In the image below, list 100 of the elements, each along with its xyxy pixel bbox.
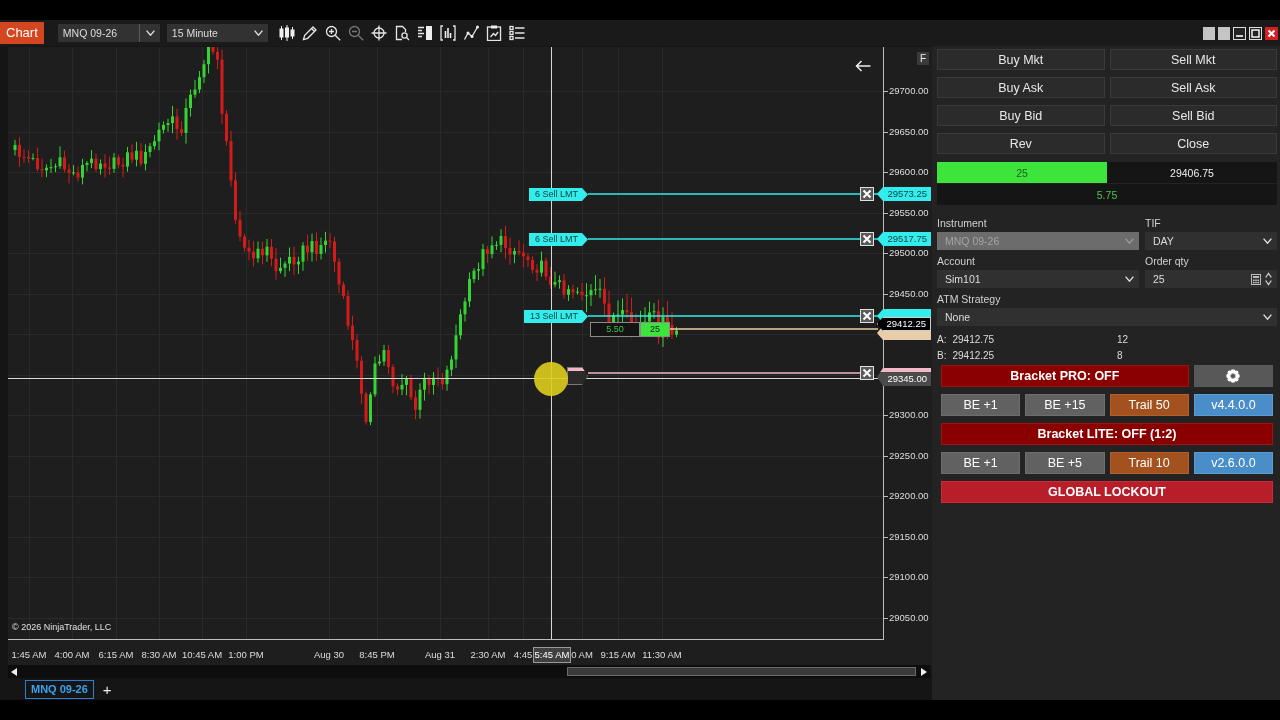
breakeven-button[interactable]: BE +1 bbox=[941, 394, 1021, 416]
candlestick-icon[interactable] bbox=[278, 25, 295, 41]
stop-order-tag[interactable] bbox=[567, 367, 588, 385]
price-axis-label: 29050.00 bbox=[889, 612, 929, 624]
lockout-button[interactable]: GLOBAL LOCKOUT bbox=[941, 481, 1273, 503]
list-icon[interactable] bbox=[508, 25, 525, 41]
price-axis-label: 29100.00 bbox=[889, 571, 929, 584]
horizontal-scrollbar[interactable] bbox=[8, 665, 930, 678]
quote-label: A: bbox=[937, 333, 947, 347]
quote-size: 12 bbox=[1117, 333, 1129, 347]
price-axis-label: 29150.00 bbox=[889, 530, 929, 543]
window-title: Chart bbox=[0, 22, 44, 44]
bracket-toggle-button[interactable]: Bracket PRO: OFF bbox=[941, 365, 1189, 387]
order-button[interactable]: Rev bbox=[937, 133, 1105, 154]
bar-chart-icon[interactable] bbox=[439, 25, 456, 41]
price-axis-label: 29500.00 bbox=[889, 247, 929, 260]
trail-button[interactable]: Trail 10 bbox=[1109, 452, 1189, 474]
breakeven-button[interactable]: BE +15 bbox=[1025, 394, 1105, 416]
chevron-down-icon bbox=[1125, 238, 1134, 244]
line-chart-icon[interactable] bbox=[462, 25, 479, 41]
pencil-icon[interactable] bbox=[301, 25, 318, 41]
last-price-tag: 29412.25 bbox=[877, 317, 931, 331]
order-price-tag: 29517.75 bbox=[877, 232, 931, 246]
order-button[interactable]: Buy Ask bbox=[937, 77, 1105, 98]
price-axis-label: 29200.00 bbox=[889, 490, 929, 503]
dropdown[interactable]: Sim101 bbox=[937, 270, 1139, 288]
order-label[interactable]: 6 Sell LMT bbox=[529, 233, 588, 246]
new-tab-button[interactable]: + bbox=[102, 681, 112, 697]
close-icon[interactable] bbox=[860, 366, 874, 380]
time-axis-label: 9:15 AM bbox=[600, 649, 636, 661]
spinner-icon[interactable] bbox=[1265, 272, 1272, 286]
chevron-down-icon bbox=[145, 30, 155, 36]
average-price-cell: 29406.75 bbox=[1107, 162, 1277, 183]
right-arrow-icon[interactable] bbox=[921, 667, 927, 676]
chart-f-button[interactable]: F bbox=[917, 52, 929, 65]
order-button[interactable]: Sell Bid bbox=[1109, 105, 1277, 126]
scrollbar-thumb[interactable] bbox=[567, 667, 916, 676]
order-button[interactable]: Buy Bid bbox=[937, 105, 1105, 126]
order-button[interactable]: Buy Mkt bbox=[937, 49, 1105, 70]
order-label[interactable]: 13 Sell LMT bbox=[523, 310, 588, 323]
blank-tile-icon[interactable] bbox=[1218, 26, 1230, 40]
close-icon[interactable] bbox=[1265, 26, 1278, 40]
field-label: ATM Strategy bbox=[937, 292, 1001, 306]
zoom-out-icon[interactable] bbox=[347, 25, 364, 41]
bracket-toggle-button[interactable]: Bracket LITE: OFF (1:2) bbox=[941, 423, 1273, 445]
close-icon[interactable] bbox=[860, 232, 874, 246]
time-axis-label: 4:45 bbox=[513, 649, 533, 661]
close-icon[interactable] bbox=[860, 187, 874, 201]
position-quantity-label[interactable]: 25 bbox=[640, 322, 670, 337]
maximize-icon[interactable] bbox=[1249, 26, 1262, 40]
order-button[interactable]: Close bbox=[1109, 133, 1277, 154]
number-field[interactable]: 25 bbox=[1145, 270, 1277, 288]
blank-tile-icon[interactable] bbox=[1203, 26, 1215, 40]
quote-price: 29412.75 bbox=[952, 333, 995, 347]
quote-size: 8 bbox=[1117, 349, 1123, 363]
minimize-icon[interactable] bbox=[1233, 26, 1246, 40]
order-label[interactable]: 6 Sell LMT bbox=[529, 188, 588, 201]
close-icon[interactable] bbox=[860, 309, 874, 323]
chart-tab[interactable]: MNQ 09-26 bbox=[25, 679, 94, 699]
zoom-in-icon[interactable] bbox=[324, 25, 341, 41]
version-button[interactable]: v4.4.0.0 bbox=[1193, 394, 1273, 416]
price-axis-label: 29700.00 bbox=[889, 85, 929, 97]
chevron-down-icon bbox=[253, 30, 263, 36]
time-axis-label: Aug 31 bbox=[424, 649, 456, 661]
price-axis-label: 29550.00 bbox=[889, 206, 929, 219]
crosshair-icon[interactable] bbox=[370, 25, 387, 41]
version-button[interactable]: v2.6.0.0 bbox=[1193, 452, 1273, 474]
chevron-down-icon bbox=[1263, 314, 1272, 320]
time-axis-label: Aug 30 bbox=[313, 649, 345, 661]
breakeven-button[interactable]: BE +1 bbox=[941, 452, 1021, 474]
dropdown[interactable]: DAY bbox=[1145, 232, 1277, 250]
clipboard-icon[interactable] bbox=[485, 25, 502, 41]
order-price-tag: 29573.25 bbox=[877, 187, 931, 201]
time-axis-label: 10:45 AM bbox=[181, 649, 223, 661]
position-pnl-label: 5.50 bbox=[590, 322, 640, 337]
left-arrow-icon[interactable] bbox=[11, 667, 17, 676]
order-button[interactable]: Sell Mkt bbox=[1109, 49, 1277, 70]
time-axis-label: 1:45 AM bbox=[11, 649, 47, 661]
order-button[interactable]: Sell Ask bbox=[1109, 77, 1277, 98]
time-axis-label: 4:00 AM bbox=[54, 649, 90, 661]
gear-icon bbox=[1226, 369, 1241, 383]
copyright-text: © 2026 NinjaTrader, LLC bbox=[12, 622, 112, 632]
calculator-icon[interactable] bbox=[1251, 273, 1261, 285]
time-axis-label: 8:45 PM bbox=[359, 649, 395, 661]
settings-button[interactable] bbox=[1193, 365, 1273, 387]
document-search-icon[interactable] bbox=[393, 25, 410, 41]
time-axis-label: 0 AM bbox=[571, 649, 593, 661]
profit-loss-cell: 5.75 bbox=[937, 184, 1277, 205]
price-axis-label: 29450.00 bbox=[889, 287, 929, 300]
trail-button[interactable]: Trail 50 bbox=[1109, 394, 1189, 416]
time-axis-label: 1:00 PM bbox=[228, 649, 264, 661]
interval-dropdown[interactable]: 15 Minute bbox=[166, 24, 268, 42]
price-axis-label: 29600.00 bbox=[889, 166, 929, 179]
field-label: Account bbox=[937, 254, 975, 268]
back-arrow-icon[interactable] bbox=[855, 60, 871, 72]
breakeven-button[interactable]: BE +5 bbox=[1025, 452, 1105, 474]
field-label: TIF bbox=[1145, 216, 1161, 230]
dropdown[interactable]: None bbox=[937, 308, 1277, 326]
instrument-dropdown[interactable]: MNQ 09-26 bbox=[57, 24, 160, 42]
data-box-icon[interactable] bbox=[416, 25, 433, 41]
